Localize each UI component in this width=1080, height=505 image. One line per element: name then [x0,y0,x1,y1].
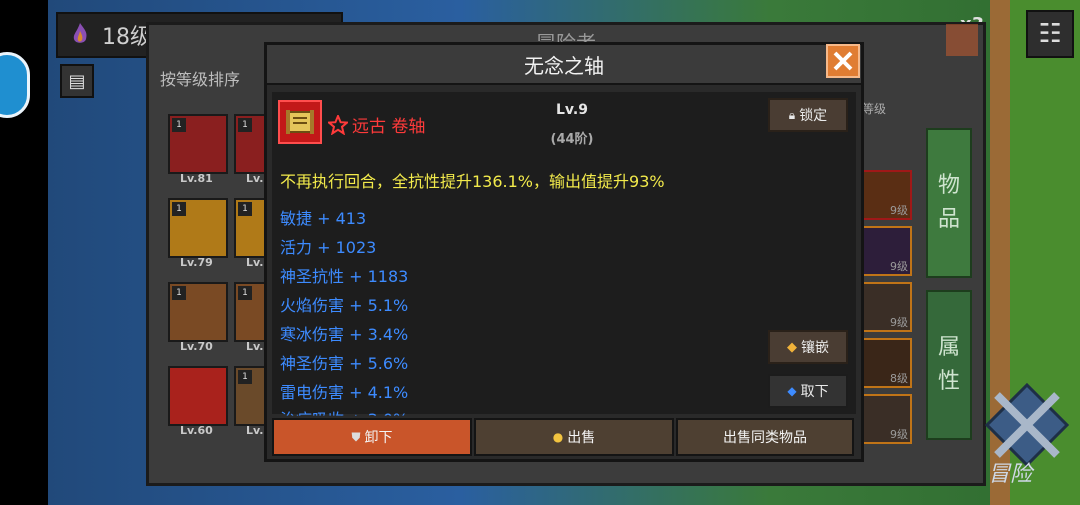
grid-menu-icon: ☷ [1038,19,1062,49]
stat-line: 活力 + 1023 [280,238,377,257]
tier-badge: 1 [238,118,252,132]
item-level: Lv.9 [556,102,588,118]
tier-badge: 1 [172,286,186,300]
lock-button[interactable]: 🔒︎ 锁定 [768,98,848,132]
document-icon[interactable]: ▤ [60,64,94,98]
stat-line: 神圣抗性 + 1183 [280,267,409,286]
tier-badge: 1 [238,370,252,384]
stat-line: 雷电伤害 + 4.1% [280,383,409,402]
dialog-title: 无念之轴 [267,45,861,85]
tier-badge: 1 [172,202,186,216]
hero-slot[interactable]: 1 [234,114,268,174]
sell-button[interactable]: ● 出售 [474,418,674,456]
player-level-text: 18级 [102,25,152,50]
stat-line: 敏捷 + 413 [280,209,367,228]
item-slot[interactable]: 9级 [862,282,912,332]
tier-badge: 1 [238,202,252,216]
item-effect-text: 不再执行回合，全抗性提升136.1%，输出值提升93% [280,172,665,191]
tab-attributes[interactable]: 属性 [926,290,972,440]
gem-icon: ◆ [787,339,797,355]
tier-badge: 1 [238,286,252,300]
item-slot[interactable]: 9级 [862,394,912,444]
hero-level: Lv.60 [180,424,213,437]
item-tier: (44阶) [550,132,594,147]
adventurer-panel-close-icon[interactable] [946,24,978,56]
lock-icon: 🔒︎ [788,107,796,122]
hero-slot[interactable]: 1 [234,282,268,342]
item-slot[interactable]: 8级 [862,338,912,388]
hero-level: Lv.81 [180,172,213,185]
item-rarity: 远古 卷轴 [328,112,425,137]
floating-assistant-icon[interactable] [0,52,30,118]
scroll-item-icon [278,100,322,144]
close-icon [833,51,853,71]
hero-level: Lv. [246,172,264,185]
sort-by-level-button[interactable]: 按等级排序 [160,66,240,90]
hero-level: Lv.79 [180,256,213,269]
hero-slot[interactable]: 1 [234,198,268,258]
star-outline-icon [328,114,348,135]
sell-same-items-button[interactable]: 出售同类物品 [676,418,854,456]
rarity-text: 远古 卷轴 [352,117,426,137]
hero-slot[interactable]: 1 [168,114,228,174]
hero-slot[interactable]: 1 [168,282,228,342]
stat-line: 寒冰伤害 + 3.4% [280,325,409,344]
scroll-icon [286,110,314,134]
tab-items[interactable]: 物品 [926,128,972,278]
hero-level: Lv. [246,424,264,437]
stat-line: 神圣伤害 + 5.6% [280,354,409,373]
hero-level: Lv.70 [180,340,213,353]
flame-icon [73,23,87,43]
tier-badge: 1 [172,118,186,132]
close-button[interactable] [826,44,860,78]
level-column-fragment: 等级 [862,102,887,116]
remove-button[interactable]: ◆ 取下 [768,374,848,408]
hero-slot[interactable]: 1 [168,198,228,258]
shield-icon: ⛊ [351,429,361,444]
gold-coins-icon: ● [552,430,564,444]
hero-slot[interactable] [168,366,228,426]
stat-line: 火焰伤害 + 5.1% [280,296,409,315]
menu-button[interactable]: ☷ [1026,10,1074,58]
gem-remove-icon: ◆ [787,384,797,398]
inlay-button[interactable]: ◆ 镶嵌 [768,330,848,364]
item-slot[interactable]: 9级 [862,170,912,220]
hero-slot[interactable]: 1 [234,366,268,426]
item-slot[interactable]: 9级 [862,226,912,276]
unequip-button[interactable]: ⛊ 卸下 [272,418,472,456]
adventure-button-label[interactable]: 冒险 [988,456,1032,488]
hero-level: Lv. [246,340,264,353]
hero-level: Lv. [246,256,264,269]
